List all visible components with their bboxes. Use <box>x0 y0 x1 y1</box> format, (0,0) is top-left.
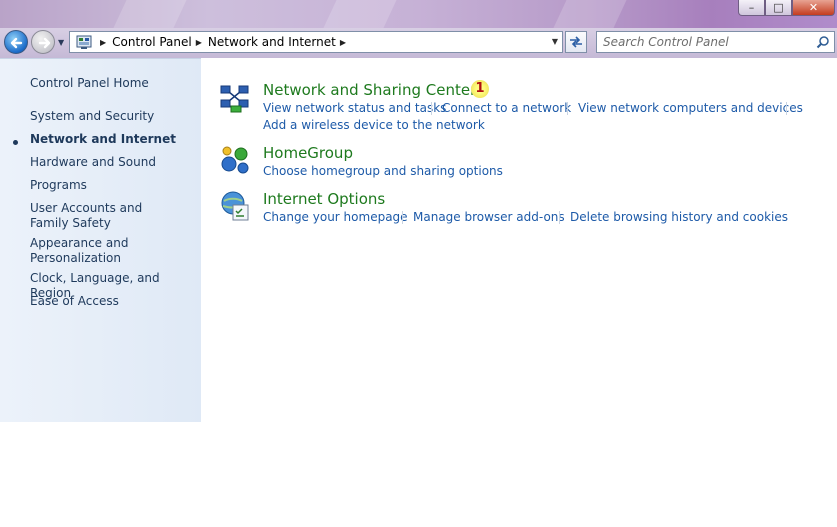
link-manage-add-ons[interactable]: Manage browser add-ons <box>413 210 565 224</box>
current-category-bullet-icon <box>13 140 18 145</box>
main-content: Network and Sharing Center 1 View networ… <box>201 58 837 422</box>
link-separator <box>431 102 432 115</box>
sidebar-item-network-and-internet[interactable]: Network and Internet <box>30 132 195 147</box>
window-controls: – □ ✕ <box>738 0 835 17</box>
link-separator <box>402 211 403 224</box>
navigation-toolbar: ▼ ▶ Control Panel ▶ Network and Internet… <box>0 28 837 58</box>
chevron-right-icon[interactable]: ▶ <box>196 38 202 47</box>
breadcrumb-network-and-internet[interactable]: Network and Internet <box>208 35 336 49</box>
minimize-button[interactable]: – <box>738 0 765 16</box>
link-choose-homegroup-options[interactable]: Choose homegroup and sharing options <box>263 164 503 178</box>
chevron-right-icon[interactable]: ▶ <box>100 38 106 47</box>
chevron-right-icon[interactable]: ▶ <box>340 38 346 47</box>
homegroup-icon[interactable] <box>219 144 251 176</box>
search-box[interactable] <box>596 31 835 53</box>
breadcrumb-control-panel[interactable]: Control Panel <box>112 35 192 49</box>
sidebar-item-hardware-and-sound[interactable]: Hardware and Sound <box>30 155 195 170</box>
sidebar: Control Panel Home System and Security N… <box>0 58 201 422</box>
refresh-icon <box>570 36 582 48</box>
link-view-network-computers[interactable]: View network computers and devices <box>578 101 803 115</box>
address-bar[interactable]: ▶ Control Panel ▶ Network and Internet ▶… <box>69 31 563 53</box>
forward-arrow-icon <box>38 37 51 49</box>
search-input[interactable] <box>603 34 803 50</box>
sidebar-item-appearance[interactable]: Appearance and Personalization <box>30 236 140 266</box>
sidebar-item-user-accounts[interactable]: User Accounts and Family Safety <box>30 201 180 231</box>
window-title-bar[interactable]: – □ ✕ <box>0 0 837 28</box>
link-separator <box>567 102 568 115</box>
annotation-badge: 1 <box>471 80 489 98</box>
internet-options-title[interactable]: Internet Options <box>263 190 385 208</box>
close-button[interactable]: ✕ <box>792 0 835 16</box>
sidebar-item-programs[interactable]: Programs <box>30 178 195 193</box>
sidebar-item-system-and-security[interactable]: System and Security <box>30 109 195 124</box>
refresh-button[interactable] <box>565 31 587 53</box>
maximize-button[interactable]: □ <box>765 0 792 16</box>
network-sharing-center-title[interactable]: Network and Sharing Center <box>263 81 476 99</box>
homegroup-title[interactable]: HomeGroup <box>263 144 353 162</box>
sidebar-item-ease-of-access[interactable]: Ease of Access <box>30 294 195 309</box>
link-separator <box>786 102 787 115</box>
network-sharing-center-icon[interactable] <box>219 82 251 114</box>
search-icon[interactable] <box>816 35 830 49</box>
control-panel-icon <box>76 35 92 49</box>
recent-pages-dropdown-icon[interactable]: ▼ <box>58 38 64 47</box>
link-change-homepage[interactable]: Change your homepage <box>263 210 408 224</box>
link-view-network-status[interactable]: View network status and tasks <box>263 101 446 115</box>
sidebar-item-control-panel-home[interactable]: Control Panel Home <box>30 76 195 91</box>
link-add-wireless-device[interactable]: Add a wireless device to the network <box>263 118 485 132</box>
link-connect-to-network[interactable]: Connect to a network <box>442 101 571 115</box>
address-dropdown-icon[interactable]: ▼ <box>552 37 558 46</box>
internet-options-icon[interactable] <box>219 190 251 222</box>
back-arrow-icon <box>10 37 23 49</box>
link-separator <box>559 211 560 224</box>
link-delete-browsing-history[interactable]: Delete browsing history and cookies <box>570 210 788 224</box>
forward-button[interactable] <box>31 30 55 54</box>
back-button[interactable] <box>4 30 28 54</box>
